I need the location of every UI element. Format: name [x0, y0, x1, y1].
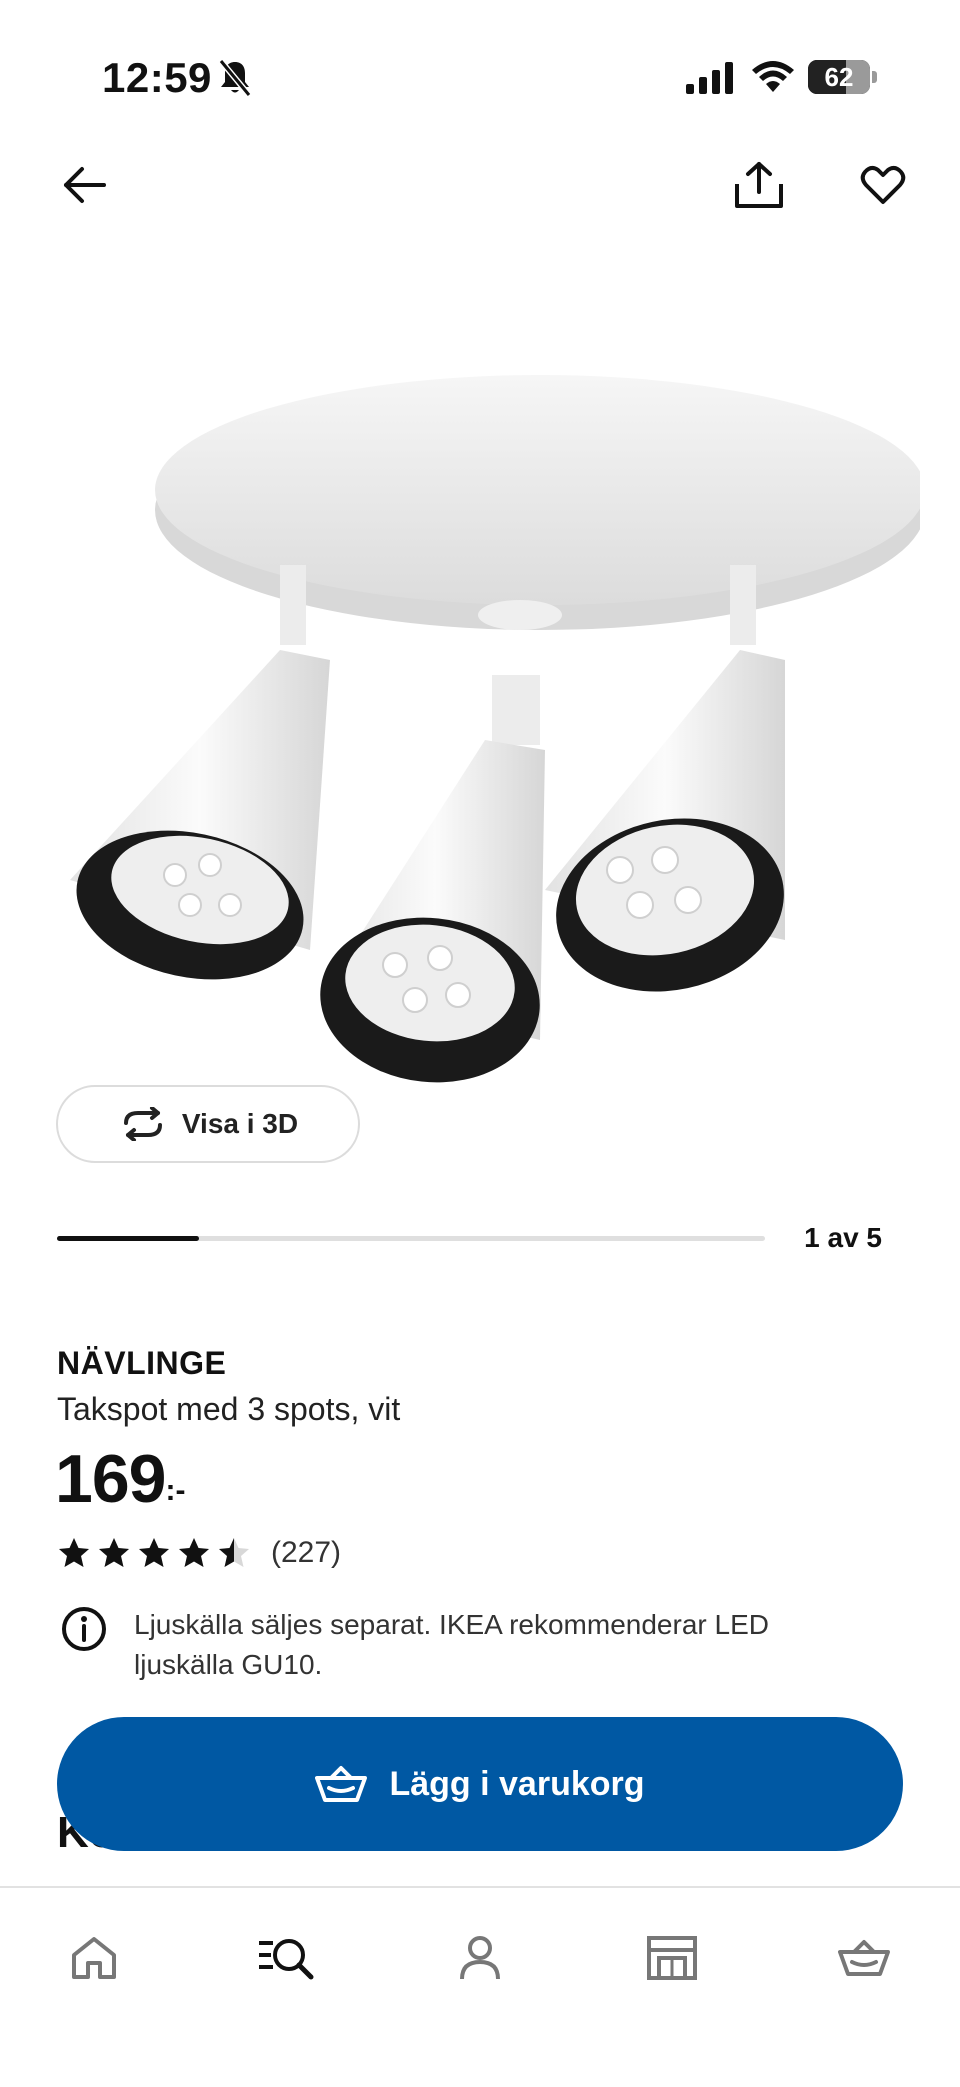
product-image[interactable]	[40, 360, 920, 1090]
battery-indicator: 62	[808, 60, 878, 94]
basket-icon	[838, 1940, 890, 1976]
info-icon	[62, 1607, 106, 1651]
product-price: 169 :-	[55, 1440, 185, 1518]
share-button[interactable]	[724, 150, 794, 220]
home-icon	[72, 1937, 116, 1979]
status-bar: 12:59 62	[0, 0, 960, 150]
add-to-cart-label: Lägg i varukorg	[389, 1764, 645, 1803]
review-count: (227)	[271, 1536, 342, 1569]
gallery-progress-bar	[57, 1236, 765, 1241]
search-icon	[259, 1939, 314, 1980]
store-icon	[647, 1936, 697, 1980]
tab-cart[interactable]	[824, 1918, 904, 1998]
favorite-button[interactable]	[848, 150, 918, 220]
back-button[interactable]	[50, 150, 120, 220]
rotate-3d-icon	[123, 1107, 162, 1141]
star-icon	[179, 1538, 209, 1567]
battery-level: 62	[824, 62, 854, 92]
share-icon	[735, 162, 783, 208]
tab-search[interactable]	[246, 1918, 326, 1998]
wifi-icon	[752, 61, 794, 92]
gallery-counter: 1 av 5	[804, 1222, 882, 1253]
price-integer: 169	[55, 1441, 166, 1517]
view-in-3d-button[interactable]: Visa i 3D	[56, 1085, 360, 1163]
arrow-left-icon	[64, 167, 106, 203]
star-icon	[59, 1538, 89, 1567]
star-icon	[139, 1538, 169, 1567]
product-rating[interactable]: (227)	[57, 1536, 341, 1570]
price-suffix: :-	[165, 1474, 186, 1507]
tab-stores[interactable]	[632, 1918, 712, 1998]
silent-bell-icon	[218, 59, 252, 97]
bottom-navigation	[0, 1886, 960, 2087]
light-source-info: Ljuskälla säljes separat. IKEA rekommend…	[60, 1605, 840, 1685]
tab-home[interactable]	[54, 1918, 134, 1998]
rating-stars	[57, 1536, 257, 1570]
status-time: 12:59	[102, 54, 212, 101]
product-name: NÄVLINGE	[57, 1345, 227, 1381]
star-icon	[99, 1538, 129, 1567]
tab-profile[interactable]	[440, 1918, 520, 1998]
star-icon	[219, 1538, 249, 1567]
basket-icon	[315, 1766, 368, 1802]
view-in-3d-label: Visa i 3D	[181, 1108, 299, 1139]
top-navigation	[0, 150, 960, 230]
profile-icon	[460, 1936, 500, 1980]
cellular-signal-icon	[686, 62, 733, 94]
add-to-cart-button[interactable]: Lägg i varukorg	[57, 1717, 903, 1851]
info-text: Ljuskälla säljes separat. IKEA rekommend…	[134, 1609, 769, 1680]
gallery-progress-fill	[57, 1236, 199, 1241]
product-description: Takspot med 3 spots, vit	[57, 1391, 401, 1427]
heart-icon	[860, 165, 906, 204]
